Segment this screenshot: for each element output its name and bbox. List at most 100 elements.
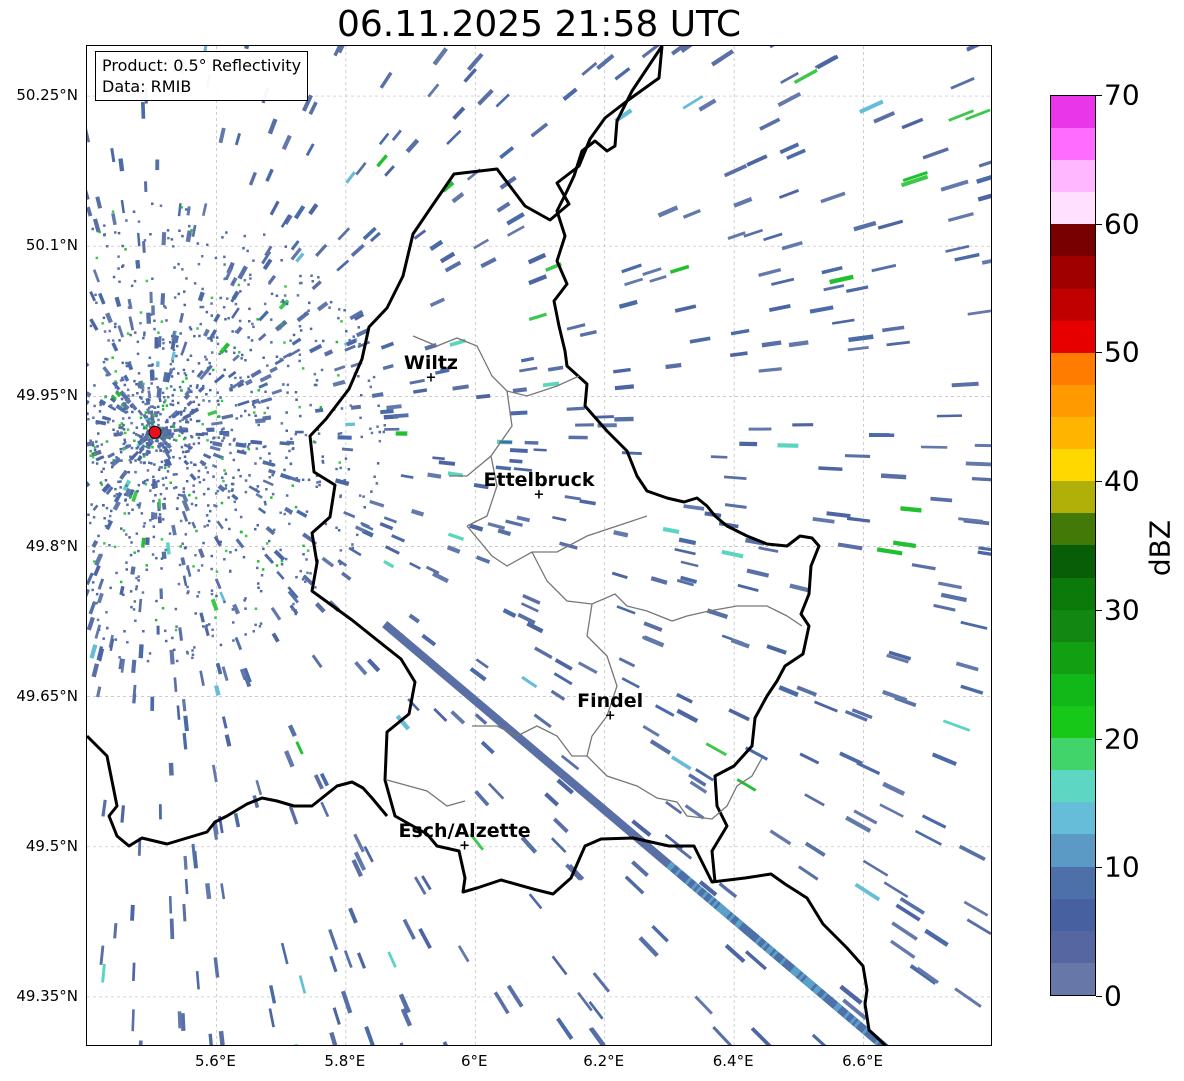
echo-gate <box>763 232 783 242</box>
echo-gate <box>234 404 238 407</box>
echo-gate <box>137 575 140 578</box>
echo-gate <box>300 281 303 285</box>
echo-gate <box>193 282 197 285</box>
echo-gate <box>130 904 135 921</box>
echo-gate <box>215 336 219 339</box>
radar-map[interactable] <box>86 45 992 1046</box>
echo-gate <box>149 519 152 522</box>
echo-gate <box>264 390 267 393</box>
echo-gate <box>108 514 112 518</box>
echo-gate <box>115 456 118 459</box>
echo-gate <box>818 466 843 472</box>
echo-gate <box>383 424 386 427</box>
echo-gate <box>177 292 180 296</box>
echo-gate <box>965 108 991 121</box>
echo-gate <box>244 633 247 636</box>
echo-gate <box>292 333 296 337</box>
echo-gate <box>194 554 197 557</box>
echo-gate <box>475 658 489 669</box>
echo-gate <box>161 408 165 411</box>
echo-gate <box>289 476 301 483</box>
echo-gate <box>263 500 267 504</box>
echo-gate <box>474 790 490 807</box>
echo-gate <box>202 541 205 545</box>
echo-gate <box>378 439 382 443</box>
echo-gate <box>223 469 226 472</box>
echo-gate <box>141 423 144 426</box>
echo-gate <box>547 365 564 372</box>
echo-gate <box>891 921 918 941</box>
echo-gate <box>495 93 510 108</box>
echo-gate <box>115 381 118 385</box>
echo-gate <box>169 385 173 388</box>
echo-gate <box>262 547 265 551</box>
echo-gate <box>439 251 456 264</box>
echo-gate <box>186 206 191 216</box>
echo-gate <box>121 404 125 407</box>
echo-gate <box>131 508 134 511</box>
echo-gate <box>171 334 174 338</box>
echo-gate <box>409 378 425 385</box>
echo-gate <box>429 239 444 252</box>
echo-gate <box>845 285 869 294</box>
echo-gate <box>180 352 184 356</box>
echo-gate <box>124 431 127 435</box>
echo-gate <box>253 399 256 403</box>
echo-gate <box>169 649 175 665</box>
echo-gate <box>294 391 298 394</box>
echo-gate <box>135 383 138 386</box>
echo-gate <box>139 435 142 439</box>
echo-gate <box>269 459 272 463</box>
echo-gate <box>217 403 220 406</box>
echo-gate <box>171 435 174 438</box>
echo-gate <box>102 360 106 364</box>
echo-gate <box>363 506 366 509</box>
echo-gate <box>135 587 138 591</box>
echo-gate <box>89 439 92 442</box>
echo-gate <box>151 446 154 449</box>
echo-gate <box>357 326 360 329</box>
echo-gate <box>181 510 189 522</box>
echo-gate <box>191 408 194 412</box>
echo-gate <box>178 312 185 323</box>
echo-gate <box>239 474 242 478</box>
echo-gate <box>95 592 99 596</box>
echo-gate <box>273 528 276 532</box>
echo-gate <box>204 355 207 359</box>
colorbar-tick-mark <box>1096 481 1102 483</box>
echo-gate <box>167 465 171 468</box>
echo-gate <box>105 506 109 510</box>
echo-gate <box>112 275 116 279</box>
echo-gate <box>237 265 248 280</box>
echo-gate <box>125 568 128 571</box>
echo-gate <box>234 508 237 511</box>
echo-gate <box>197 436 201 440</box>
echo-gate <box>358 342 361 346</box>
echo-gate <box>788 340 809 348</box>
echo-gate <box>131 659 137 673</box>
echo-gate <box>147 390 152 399</box>
echo-gate <box>185 480 189 483</box>
echo-gate <box>257 586 260 589</box>
colorbar-segment <box>1051 641 1095 674</box>
echo-gate <box>183 546 187 550</box>
echo-gate <box>931 752 957 766</box>
echo-gate <box>107 452 116 459</box>
echo-gate <box>179 545 182 548</box>
echo-gate <box>380 341 395 350</box>
echo-gate <box>291 337 302 346</box>
echo-gate <box>223 558 226 561</box>
echo-gate <box>348 546 362 557</box>
echo-gate <box>375 482 379 485</box>
echo-gate <box>185 377 188 380</box>
echo-gate <box>157 387 160 391</box>
echo-gate <box>339 562 342 566</box>
echo-gate <box>758 367 782 373</box>
echo-gate <box>188 521 191 525</box>
echo-gate <box>517 612 536 625</box>
echo-gate <box>130 284 134 288</box>
echo-gate <box>304 312 307 315</box>
echo-gate <box>960 684 984 695</box>
echo-gate <box>553 672 573 686</box>
echo-gate <box>136 489 139 493</box>
